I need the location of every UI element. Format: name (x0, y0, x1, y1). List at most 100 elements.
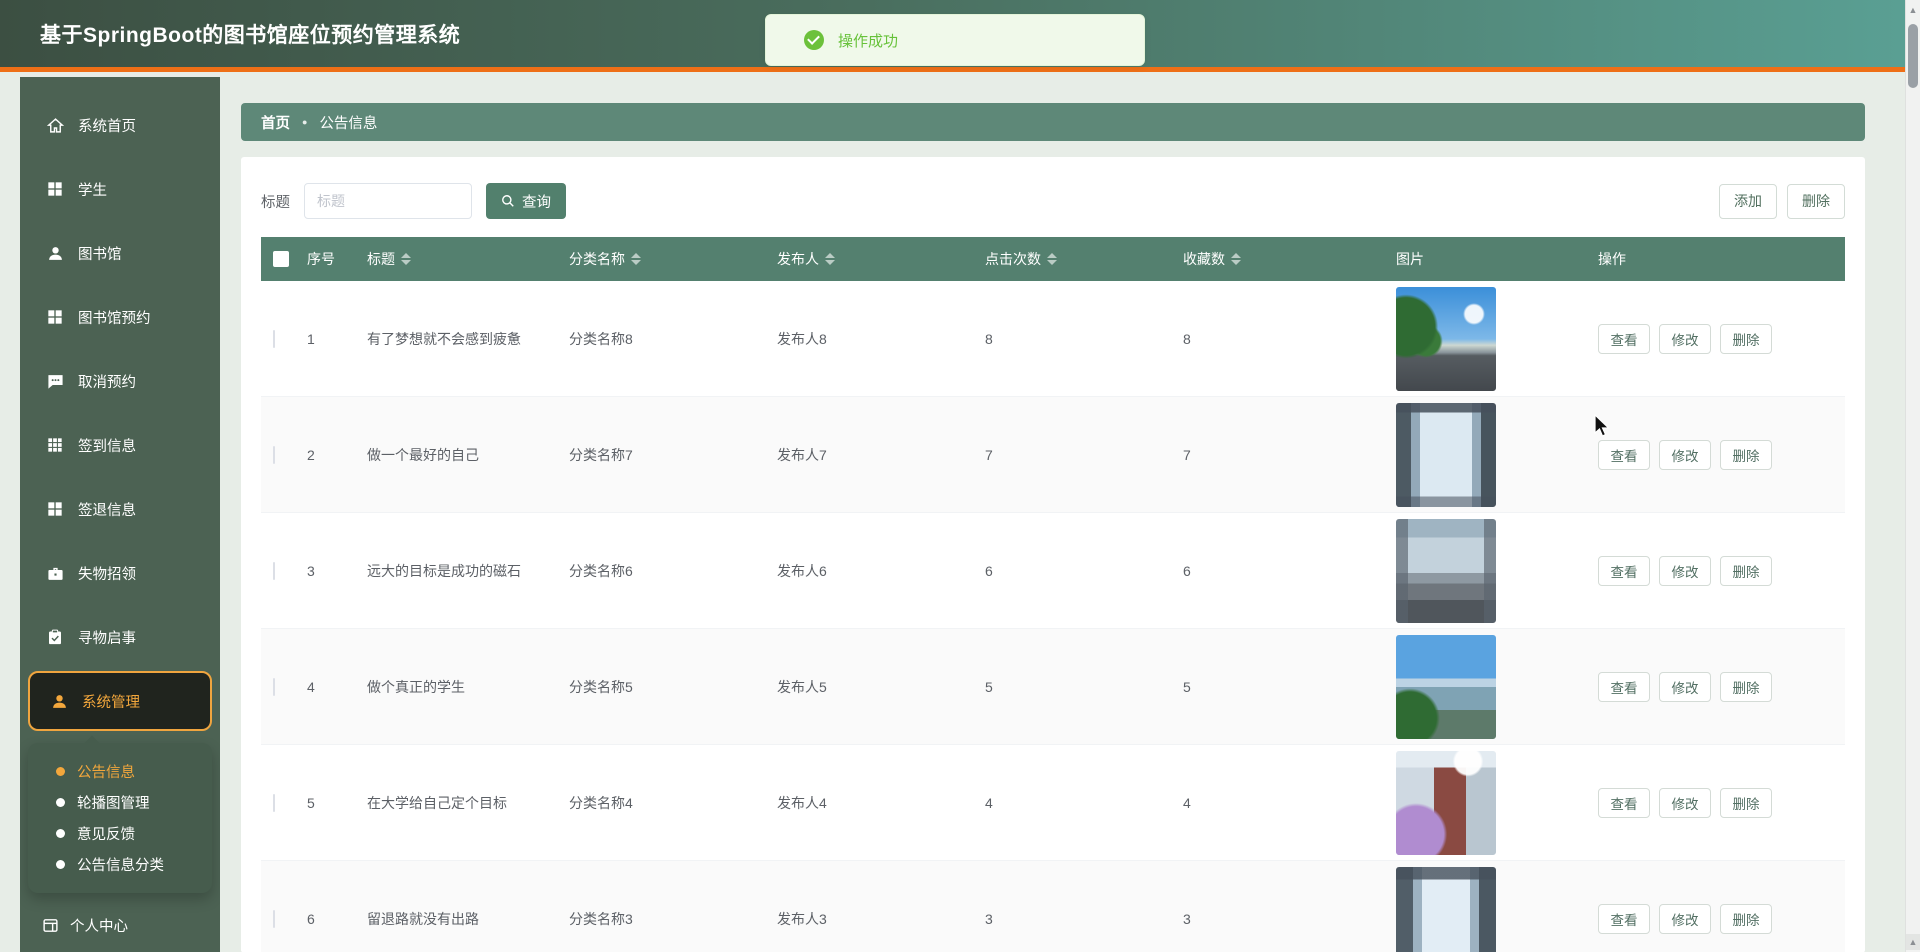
column-label: 分类名称 (569, 249, 625, 269)
view-button[interactable]: 查看 (1598, 324, 1650, 354)
delete-row-button[interactable]: 删除 (1720, 788, 1772, 818)
sort-carets-icon[interactable] (1047, 253, 1057, 265)
sidebar-item-6[interactable]: 签退信息 (20, 477, 220, 541)
cell-category: 分类名称6 (569, 561, 777, 581)
scroll-up-arrow[interactable]: ▲ (1906, 2, 1920, 18)
delete-button[interactable]: 删除 (1787, 184, 1845, 219)
cell-category: 分类名称8 (569, 329, 777, 349)
sidebar-item-9[interactable]: 系统管理 (28, 671, 212, 731)
cell-actions: 查看修改删除 (1598, 324, 1845, 354)
vertical-scrollbar[interactable]: ▲ ▲ (1905, 0, 1920, 952)
delete-row-button[interactable]: 删除 (1720, 556, 1772, 586)
delete-row-button[interactable]: 删除 (1720, 672, 1772, 702)
panel-icon (42, 917, 60, 935)
grid-icon (46, 500, 64, 518)
edit-button[interactable]: 修改 (1659, 672, 1711, 702)
cell-clicks: 8 (985, 331, 1183, 347)
sidebar-item-0[interactable]: 系统首页 (20, 93, 220, 157)
sidebar-item-2[interactable]: 图书馆 (20, 221, 220, 285)
delete-row-button[interactable]: 删除 (1720, 440, 1772, 470)
view-button[interactable]: 查看 (1598, 440, 1650, 470)
cell-actions: 查看修改删除 (1598, 672, 1845, 702)
row-checkbox[interactable] (273, 678, 275, 696)
cell-image (1396, 751, 1598, 855)
cell-publisher: 发布人3 (777, 909, 985, 929)
column-label: 收藏数 (1183, 249, 1225, 269)
edit-button[interactable]: 修改 (1659, 904, 1711, 934)
scrollbar-thumb[interactable] (1908, 24, 1918, 88)
sidebar-item-7[interactable]: 失物招领 (20, 541, 220, 605)
row-checkbox-cell (261, 331, 307, 347)
grid-icon (46, 180, 64, 198)
submenu-item-label: 轮播图管理 (77, 792, 150, 813)
cell-index: 3 (307, 563, 367, 579)
column-header-2: 分类名称 (569, 249, 777, 269)
cell-favorites: 8 (1183, 331, 1396, 347)
submenu-item-1[interactable]: 轮播图管理 (28, 787, 212, 818)
cell-actions: 查看修改删除 (1598, 556, 1845, 586)
column-label: 操作 (1598, 249, 1626, 269)
view-button[interactable]: 查看 (1598, 788, 1650, 818)
submenu-item-0[interactable]: 公告信息 (28, 756, 212, 787)
user-icon (50, 692, 68, 710)
sidebar-item-1[interactable]: 学生 (20, 157, 220, 221)
table-row: 3远大的目标是成功的磁石分类名称6发布人666查看修改删除 (261, 513, 1845, 629)
scroll-down-arrow[interactable]: ▲ (1906, 934, 1920, 950)
row-checkbox-cell (261, 911, 307, 927)
query-button[interactable]: 查询 (486, 183, 566, 219)
sidebar-item-personal-center[interactable]: 个人中心 (20, 915, 220, 936)
cell-image (1396, 519, 1598, 623)
row-checkbox-cell (261, 795, 307, 811)
submenu-item-label: 公告信息分类 (77, 854, 164, 875)
breadcrumb-current: 公告信息 (319, 112, 377, 133)
sort-carets-icon[interactable] (825, 253, 835, 265)
edit-button[interactable]: 修改 (1659, 788, 1711, 818)
view-button[interactable]: 查看 (1598, 556, 1650, 586)
cell-category: 分类名称4 (569, 793, 777, 813)
sort-carets-icon[interactable] (631, 253, 641, 265)
breadcrumb: 首页 ● 公告信息 (241, 103, 1865, 141)
cell-index: 1 (307, 331, 367, 347)
edit-button[interactable]: 修改 (1659, 324, 1711, 354)
row-checkbox[interactable] (273, 794, 275, 812)
submenu-item-3[interactable]: 公告信息分类 (28, 849, 212, 880)
cell-category: 分类名称5 (569, 677, 777, 697)
sidebar-item-label: 签退信息 (78, 499, 136, 520)
row-checkbox[interactable] (273, 330, 275, 348)
row-checkbox[interactable] (273, 446, 275, 464)
row-checkbox-cell (261, 563, 307, 579)
search-input[interactable] (304, 183, 472, 219)
column-label: 图片 (1396, 249, 1424, 269)
view-button[interactable]: 查看 (1598, 672, 1650, 702)
delete-row-button[interactable]: 删除 (1720, 904, 1772, 934)
submenu-item-2[interactable]: 意见反馈 (28, 818, 212, 849)
edit-button[interactable]: 修改 (1659, 440, 1711, 470)
view-button[interactable]: 查看 (1598, 904, 1650, 934)
briefcase-icon (46, 564, 64, 582)
edit-button[interactable]: 修改 (1659, 556, 1711, 586)
cell-favorites: 3 (1183, 911, 1396, 927)
bullet-dot-icon (56, 798, 65, 807)
sidebar-item-8[interactable]: 寻物启事 (20, 605, 220, 669)
column-header-6: 图片 (1396, 249, 1598, 269)
breadcrumb-home[interactable]: 首页 (261, 112, 290, 133)
row-checkbox[interactable] (273, 562, 275, 580)
sidebar-item-5[interactable]: 签到信息 (20, 413, 220, 477)
sidebar-item-3[interactable]: 图书馆预约 (20, 285, 220, 349)
sidebar-item-label: 系统管理 (82, 691, 140, 712)
select-all-checkbox[interactable] (273, 251, 289, 267)
column-label: 发布人 (777, 249, 819, 269)
row-checkbox[interactable] (273, 910, 275, 928)
delete-row-button[interactable]: 删除 (1720, 324, 1772, 354)
add-button[interactable]: 添加 (1719, 184, 1777, 219)
cell-image (1396, 867, 1598, 952)
column-label: 标题 (367, 249, 395, 269)
cell-clicks: 3 (985, 911, 1183, 927)
cell-index: 4 (307, 679, 367, 695)
sort-carets-icon[interactable] (1231, 253, 1241, 265)
cell-index: 5 (307, 795, 367, 811)
cell-image (1396, 403, 1598, 507)
sidebar-item-4[interactable]: 取消预约 (20, 349, 220, 413)
column-header-4: 点击次数 (985, 249, 1183, 269)
sort-carets-icon[interactable] (401, 253, 411, 265)
